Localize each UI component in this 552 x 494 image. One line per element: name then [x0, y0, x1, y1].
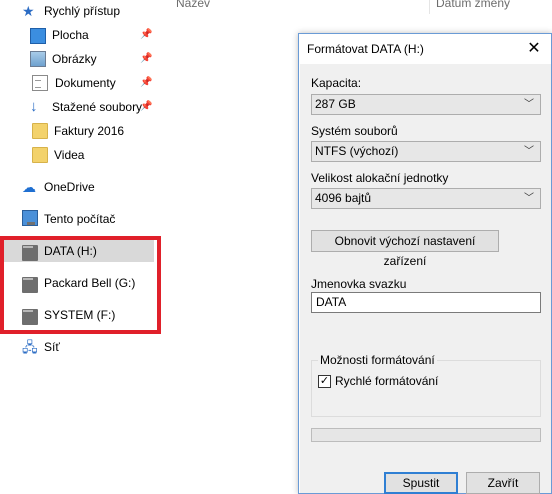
close-button[interactable]: Zavřít — [466, 472, 540, 494]
chevron-down-icon: ﹀ — [524, 193, 534, 204]
capacity-select[interactable]: 287 GB ﹀ — [311, 94, 541, 115]
nav-item-faktury[interactable]: Faktury 2016 — [32, 120, 124, 142]
restore-defaults-button[interactable]: Obnovit výchozí nastavení zařízení — [311, 230, 499, 268]
pin-icon[interactable]: 📌 — [140, 29, 152, 41]
filesystem-value: NTFS (výchozí) — [315, 144, 399, 158]
nav-item-obrazky[interactable]: Obrázky — [30, 48, 97, 70]
download-icon: ↓ — [30, 98, 38, 115]
pin-icon[interactable]: 📌 — [140, 101, 152, 113]
pictures-icon — [30, 51, 46, 67]
nav-item-label: Dokumenty — [55, 76, 116, 90]
network-icon: 🖧 — [22, 339, 38, 355]
chevron-down-icon: ﹀ — [524, 99, 534, 110]
nav-item-label: Stažené soubory — [52, 100, 143, 114]
nav-this-pc-label: Tento počítač — [44, 212, 116, 226]
folder-icon — [32, 147, 48, 163]
filesystem-select[interactable]: NTFS (výchozí) ﹀ — [311, 141, 541, 162]
format-options-label: Možnosti formátování — [318, 353, 437, 367]
chevron-down-icon: ﹀ — [524, 146, 534, 157]
nav-network-label: Síť — [44, 340, 60, 354]
nav-item-dokumenty[interactable]: Dokumenty — [32, 72, 116, 94]
nav-item-stazene[interactable]: ↓ Stažené soubory — [30, 96, 142, 118]
volume-label-input[interactable]: DATA — [311, 292, 541, 313]
quick-format-label[interactable]: Rychlé formátování — [335, 374, 438, 388]
volume-label-label: Jmenovka svazku — [311, 277, 407, 291]
computer-icon — [22, 209, 38, 226]
nav-item-videa[interactable]: Videa — [32, 144, 84, 166]
nav-this-pc[interactable]: Tento počítač — [22, 208, 115, 230]
cloud-icon: ☁ — [22, 179, 36, 195]
format-progress-bar — [311, 428, 541, 442]
explorer-window: Název Datum změny ★ Rychlý přístup Ploch… — [0, 0, 552, 494]
nav-item-label: Faktury 2016 — [54, 124, 125, 138]
capacity-value: 287 GB — [315, 97, 356, 111]
nav-onedrive[interactable]: ☁ OneDrive — [22, 176, 95, 198]
nav-item-label: Videa — [54, 148, 85, 162]
documents-icon — [32, 75, 48, 91]
nav-quick-access[interactable]: ★ Rychlý přístup — [22, 0, 120, 22]
capacity-label: Kapacita: — [311, 76, 362, 90]
desktop-icon — [30, 28, 46, 44]
alloc-unit-value: 4096 bajtů — [315, 191, 372, 205]
nav-item-plocha[interactable]: Plocha — [30, 24, 89, 46]
nav-item-label: Plocha — [52, 28, 89, 42]
pin-icon[interactable]: 📌 — [140, 77, 152, 89]
dialog-body: Kapacita: 287 GB ﹀ Systém souborů NTFS (… — [300, 64, 551, 494]
pin-icon[interactable]: 📌 — [140, 53, 152, 65]
star-icon: ★ — [22, 3, 35, 19]
format-options-group: Možnosti formátování ✓ Rychlé formátován… — [311, 353, 541, 417]
highlight-box — [0, 236, 161, 334]
nav-item-label: Obrázky — [52, 52, 97, 66]
alloc-unit-label: Velikost alokační jednotky — [311, 171, 449, 185]
dialog-title: Formátovat DATA (H:) — [307, 42, 424, 56]
nav-network[interactable]: 🖧 Síť — [22, 336, 60, 358]
alloc-unit-select[interactable]: 4096 bajtů ﹀ — [311, 188, 541, 209]
nav-onedrive-label: OneDrive — [44, 180, 95, 194]
nav-quick-access-label: Rychlý přístup — [44, 4, 121, 18]
start-button[interactable]: Spustit — [384, 472, 458, 494]
format-dialog: Formátovat DATA (H:) ✕ Kapacita: 287 GB … — [298, 33, 552, 494]
column-header-date[interactable]: Datum změny — [436, 0, 510, 12]
close-icon[interactable]: ✕ — [523, 38, 545, 60]
volume-label-value: DATA — [316, 295, 347, 309]
column-separator[interactable] — [429, 0, 430, 14]
column-header-name[interactable]: Název — [176, 0, 210, 12]
folder-icon — [32, 123, 48, 139]
filesystem-label: Systém souborů — [311, 124, 398, 138]
quick-format-checkbox[interactable]: ✓ — [318, 375, 331, 388]
